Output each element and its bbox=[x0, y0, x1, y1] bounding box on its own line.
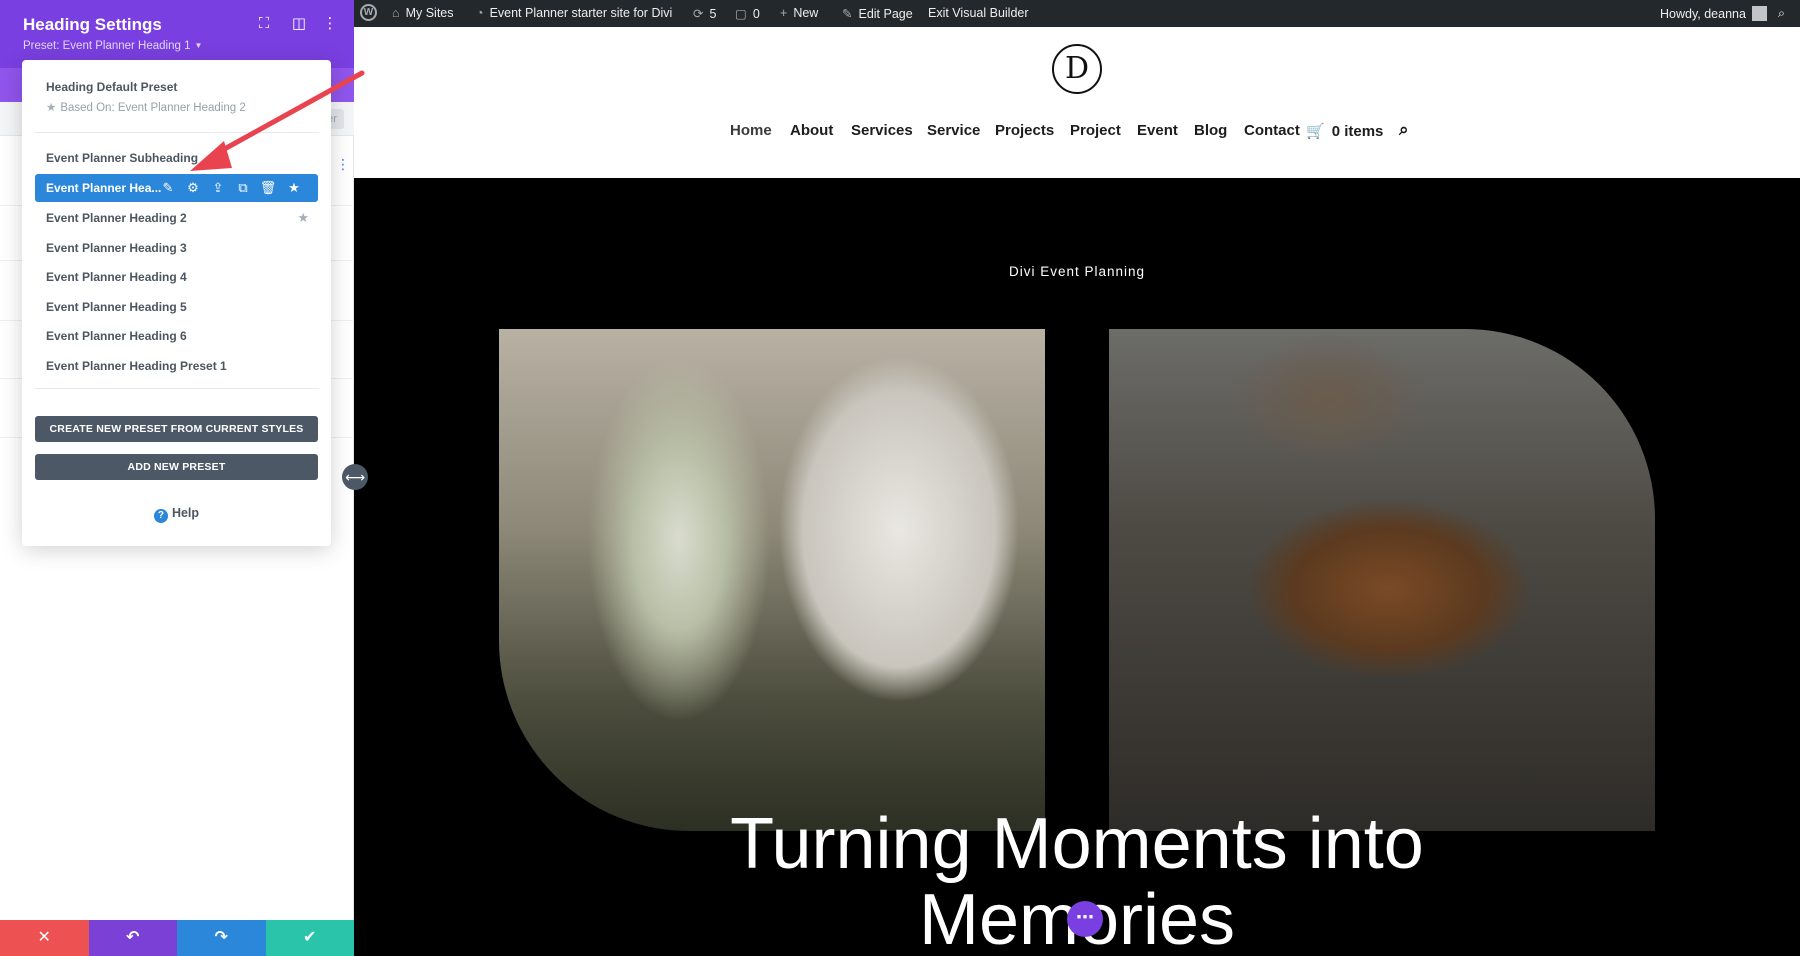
help-link[interactable]: ? Help bbox=[22, 506, 331, 523]
preset-item[interactable]: Event Planner Heading Preset 1 bbox=[46, 359, 227, 373]
site-header: D Home About Services Service Projects P… bbox=[354, 27, 1800, 178]
more-options-icon[interactable]: ⋮ bbox=[320, 14, 340, 34]
nav-item-event[interactable]: Event bbox=[1137, 122, 1178, 139]
account-menu[interactable]: Howdy, deanna bbox=[1660, 6, 1767, 21]
my-sites-menu[interactable]: ⌂ My Sites bbox=[392, 6, 454, 20]
nav-item-blog[interactable]: Blog bbox=[1194, 122, 1227, 139]
site-name-menu[interactable]: ◔ Event Planner starter site for Divi bbox=[476, 6, 672, 20]
check-icon: ✔ bbox=[303, 929, 316, 946]
preset-item[interactable]: Event Planner Heading 2 bbox=[46, 211, 187, 225]
bride-bouquet-image bbox=[499, 329, 1045, 831]
preset-item[interactable]: Event Planner Subheading bbox=[46, 151, 198, 165]
dashboard-icon: ◔ bbox=[476, 6, 484, 20]
hero-kicker: Divi Event Planning bbox=[354, 264, 1800, 279]
panel-header: Heading Settings Preset: Event Planner H… bbox=[0, 0, 354, 68]
help-label: Help bbox=[172, 506, 199, 520]
create-preset-button[interactable]: CREATE NEW PRESET FROM CURRENT STYLES bbox=[35, 416, 318, 442]
duplicate-icon[interactable]: ⧉ bbox=[234, 179, 252, 197]
star-icon[interactable]: ★ bbox=[285, 179, 303, 197]
export-icon[interactable]: ⇪ bbox=[209, 179, 227, 197]
new-label: New bbox=[793, 6, 818, 20]
star-icon[interactable]: ★ bbox=[297, 210, 309, 226]
nav-item-home[interactable]: Home bbox=[730, 122, 772, 139]
close-icon: ✕ bbox=[38, 929, 51, 946]
preset-item[interactable]: Event Planner Heading 4 bbox=[46, 270, 187, 284]
redo-button[interactable]: ↷ bbox=[177, 920, 266, 956]
trash-icon[interactable]: 🗑 bbox=[259, 179, 277, 197]
new-content-menu[interactable]: + New bbox=[780, 6, 818, 20]
search-icon[interactable]: ⌕ bbox=[1778, 6, 1785, 21]
annotation-arrow bbox=[180, 65, 370, 180]
nav-item-contact[interactable]: Contact bbox=[1244, 122, 1300, 139]
catering-skewers-image bbox=[1109, 329, 1655, 831]
pencil-icon: ✎ bbox=[842, 7, 852, 21]
admin-bar: W ⌂ My Sites ◔ Event Planner starter site … bbox=[354, 0, 1800, 27]
site-logo[interactable]: D bbox=[1052, 44, 1102, 94]
expand-icon[interactable]: ⛶ bbox=[254, 14, 274, 34]
site-name-label: Event Planner starter site for Divi bbox=[490, 6, 673, 20]
star-icon: ★ bbox=[46, 102, 56, 114]
edit-page-label: Edit Page bbox=[858, 7, 912, 21]
help-icon: ? bbox=[154, 509, 168, 523]
cart-icon: 🛒 bbox=[1306, 123, 1325, 140]
preset-item[interactable]: Event Planner Heading 6 bbox=[46, 329, 187, 343]
cart-label: 0 items bbox=[1332, 123, 1384, 140]
add-preset-button[interactable]: ADD NEW PRESET bbox=[35, 454, 318, 480]
nav-item-projects[interactable]: Projects bbox=[995, 122, 1054, 139]
updates-count: 5 bbox=[709, 7, 716, 21]
preset-item[interactable]: Event Planner Heading 5 bbox=[46, 300, 187, 314]
gear-icon[interactable]: ⚙ bbox=[184, 179, 202, 197]
divider bbox=[34, 388, 319, 389]
discard-button[interactable]: ✕ bbox=[0, 920, 89, 956]
panel-footer: ✕ ↶ ↷ ✔ bbox=[0, 920, 354, 956]
active-preset-label: Event Planner Hea... bbox=[46, 181, 161, 195]
resize-handle[interactable]: ⟷ bbox=[342, 464, 368, 490]
panel-title: Heading Settings bbox=[23, 15, 162, 35]
plus-icon: + bbox=[780, 6, 787, 20]
comments-count: 0 bbox=[753, 7, 760, 21]
nav-item-project[interactable]: Project bbox=[1070, 122, 1121, 139]
nav-item-about[interactable]: About bbox=[790, 122, 833, 139]
nav-item-service[interactable]: Service bbox=[927, 122, 980, 139]
avatar bbox=[1752, 6, 1767, 21]
refresh-icon: ⟳ bbox=[693, 7, 703, 21]
preset-item[interactable]: Event Planner Heading 3 bbox=[46, 241, 187, 255]
search-icon[interactable]: ⌕ bbox=[1399, 120, 1409, 140]
sites-icon: ⌂ bbox=[392, 6, 400, 20]
howdy-label: Howdy, deanna bbox=[1660, 7, 1746, 21]
nav-item-services[interactable]: Services bbox=[851, 122, 913, 139]
preset-selector[interactable]: Preset: Event Planner Heading 1 ▼ bbox=[23, 40, 202, 52]
cart-link[interactable]: 🛒 0 items bbox=[1306, 122, 1383, 140]
my-sites-label: My Sites bbox=[406, 6, 454, 20]
edit-icon[interactable]: ✎ bbox=[159, 179, 177, 197]
hero-title-line1: Turning Moments into bbox=[354, 806, 1800, 882]
comment-icon: ▢ bbox=[735, 7, 747, 21]
layout-icon[interactable]: ◫ bbox=[289, 14, 309, 34]
edit-page-link[interactable]: ✎ Edit Page bbox=[842, 6, 913, 21]
preset-label: Preset: Event Planner Heading 1 bbox=[23, 40, 191, 52]
save-button[interactable]: ✔ bbox=[266, 920, 355, 956]
comments-link[interactable]: ▢0 bbox=[735, 6, 760, 21]
caret-down-icon: ▼ bbox=[195, 41, 203, 50]
redo-icon: ↷ bbox=[215, 929, 228, 946]
exit-visual-builder-link[interactable]: Exit Visual Builder bbox=[928, 6, 1029, 20]
hero-section: Divi Event Planning Turning Moments into… bbox=[354, 178, 1800, 956]
undo-button[interactable]: ↶ bbox=[89, 920, 178, 956]
module-options-button[interactable]: ⋯ bbox=[1067, 901, 1103, 937]
undo-icon: ↶ bbox=[126, 929, 139, 946]
updates-link[interactable]: ⟳5 bbox=[693, 6, 716, 21]
default-preset-item[interactable]: Heading Default Preset bbox=[46, 80, 177, 94]
wordpress-logo-icon[interactable]: W bbox=[360, 4, 377, 21]
